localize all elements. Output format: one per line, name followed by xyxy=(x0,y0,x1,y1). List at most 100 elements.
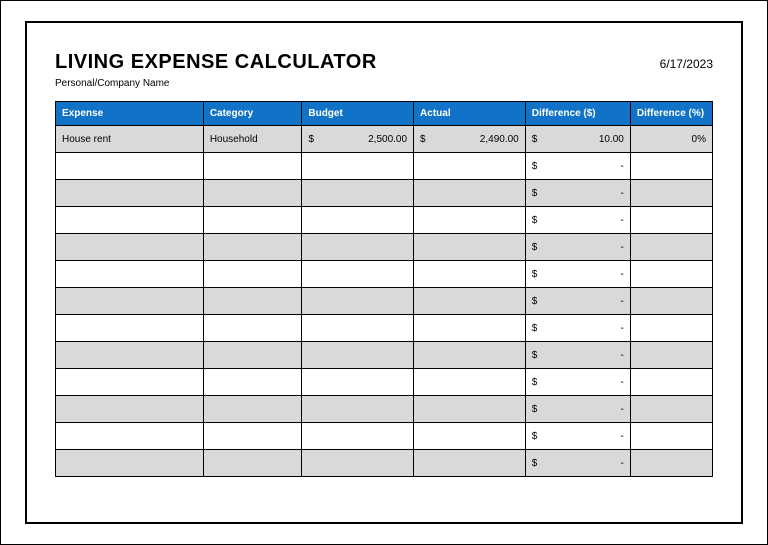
cell-category[interactable] xyxy=(203,288,302,315)
cell-diff[interactable]: $- xyxy=(525,369,630,396)
table-row: $- xyxy=(56,369,713,396)
cell-diff[interactable]: $- xyxy=(525,180,630,207)
cell-budget[interactable] xyxy=(302,261,414,288)
cell-budget[interactable] xyxy=(302,342,414,369)
cell-actual[interactable] xyxy=(414,180,526,207)
cell-category[interactable] xyxy=(203,396,302,423)
cell-actual[interactable] xyxy=(414,342,526,369)
cell-budget[interactable] xyxy=(302,180,414,207)
table-row: $- xyxy=(56,261,713,288)
table-row: $- xyxy=(56,234,713,261)
cell-diff[interactable]: $- xyxy=(525,423,630,450)
cell-diffpct[interactable] xyxy=(630,261,712,288)
cell-expense[interactable] xyxy=(56,261,204,288)
cell-actual[interactable] xyxy=(414,207,526,234)
cell-diffpct[interactable] xyxy=(630,234,712,261)
cell-diff[interactable]: $- xyxy=(525,288,630,315)
table-row: $- xyxy=(56,450,713,477)
cell-category[interactable] xyxy=(203,207,302,234)
cell-diff[interactable]: $- xyxy=(525,234,630,261)
cell-budget[interactable] xyxy=(302,450,414,477)
cell-actual[interactable] xyxy=(414,369,526,396)
cell-budget[interactable] xyxy=(302,396,414,423)
table-header-row: Expense Category Budget Actual Differenc… xyxy=(56,102,713,126)
cell-category[interactable] xyxy=(203,450,302,477)
table-body: House rentHousehold$2,500.00$2,490.00$10… xyxy=(56,126,713,477)
table-row: $- xyxy=(56,396,713,423)
cell-diffpct[interactable]: 0% xyxy=(630,126,712,153)
cell-diff[interactable]: $- xyxy=(525,342,630,369)
cell-actual[interactable] xyxy=(414,288,526,315)
cell-category[interactable] xyxy=(203,342,302,369)
cell-category[interactable] xyxy=(203,369,302,396)
header: LIVING EXPENSE CALCULATOR 6/17/2023 xyxy=(55,51,713,74)
cell-expense[interactable] xyxy=(56,153,204,180)
cell-expense[interactable]: House rent xyxy=(56,126,204,153)
page-title: LIVING EXPENSE CALCULATOR xyxy=(55,51,377,74)
cell-budget[interactable] xyxy=(302,315,414,342)
cell-actual[interactable]: $2,490.00 xyxy=(414,126,526,153)
cell-expense[interactable] xyxy=(56,396,204,423)
cell-expense[interactable] xyxy=(56,234,204,261)
cell-category[interactable] xyxy=(203,423,302,450)
cell-diffpct[interactable] xyxy=(630,315,712,342)
table-row: $- xyxy=(56,315,713,342)
cell-category[interactable] xyxy=(203,180,302,207)
cell-category[interactable] xyxy=(203,315,302,342)
col-header-diff: Difference ($) xyxy=(525,102,630,126)
cell-budget[interactable] xyxy=(302,369,414,396)
cell-diffpct[interactable] xyxy=(630,207,712,234)
cell-expense[interactable] xyxy=(56,288,204,315)
cell-diffpct[interactable] xyxy=(630,423,712,450)
cell-category[interactable] xyxy=(203,261,302,288)
cell-actual[interactable] xyxy=(414,423,526,450)
cell-budget[interactable]: $2,500.00 xyxy=(302,126,414,153)
cell-diff[interactable]: $- xyxy=(525,207,630,234)
cell-budget[interactable] xyxy=(302,234,414,261)
cell-category[interactable] xyxy=(203,234,302,261)
cell-expense[interactable] xyxy=(56,369,204,396)
cell-budget[interactable] xyxy=(302,288,414,315)
table-row: $- xyxy=(56,423,713,450)
cell-actual[interactable] xyxy=(414,450,526,477)
table-row: House rentHousehold$2,500.00$2,490.00$10… xyxy=(56,126,713,153)
cell-diffpct[interactable] xyxy=(630,396,712,423)
cell-expense[interactable] xyxy=(56,207,204,234)
cell-diff[interactable]: $- xyxy=(525,153,630,180)
cell-expense[interactable] xyxy=(56,342,204,369)
cell-expense[interactable] xyxy=(56,423,204,450)
cell-diffpct[interactable] xyxy=(630,450,712,477)
cell-actual[interactable] xyxy=(414,315,526,342)
cell-actual[interactable] xyxy=(414,234,526,261)
col-header-category: Category xyxy=(203,102,302,126)
cell-expense[interactable] xyxy=(56,315,204,342)
table-row: $- xyxy=(56,288,713,315)
table-row: $- xyxy=(56,207,713,234)
cell-diffpct[interactable] xyxy=(630,342,712,369)
col-header-budget: Budget xyxy=(302,102,414,126)
col-header-diffpct: Difference (%) xyxy=(630,102,712,126)
cell-expense[interactable] xyxy=(56,450,204,477)
cell-budget[interactable] xyxy=(302,153,414,180)
cell-category[interactable]: Household xyxy=(203,126,302,153)
col-header-expense: Expense xyxy=(56,102,204,126)
cell-category[interactable] xyxy=(203,153,302,180)
cell-actual[interactable] xyxy=(414,153,526,180)
table-row: $- xyxy=(56,342,713,369)
table-row: $- xyxy=(56,180,713,207)
cell-actual[interactable] xyxy=(414,396,526,423)
cell-diffpct[interactable] xyxy=(630,153,712,180)
cell-diff[interactable]: $- xyxy=(525,315,630,342)
cell-diff[interactable]: $- xyxy=(525,450,630,477)
cell-budget[interactable] xyxy=(302,423,414,450)
col-header-actual: Actual xyxy=(414,102,526,126)
cell-diffpct[interactable] xyxy=(630,180,712,207)
cell-diff[interactable]: $- xyxy=(525,396,630,423)
cell-diff[interactable]: $- xyxy=(525,261,630,288)
cell-actual[interactable] xyxy=(414,261,526,288)
cell-diffpct[interactable] xyxy=(630,369,712,396)
cell-expense[interactable] xyxy=(56,180,204,207)
cell-budget[interactable] xyxy=(302,207,414,234)
cell-diff[interactable]: $10.00 xyxy=(525,126,630,153)
cell-diffpct[interactable] xyxy=(630,288,712,315)
